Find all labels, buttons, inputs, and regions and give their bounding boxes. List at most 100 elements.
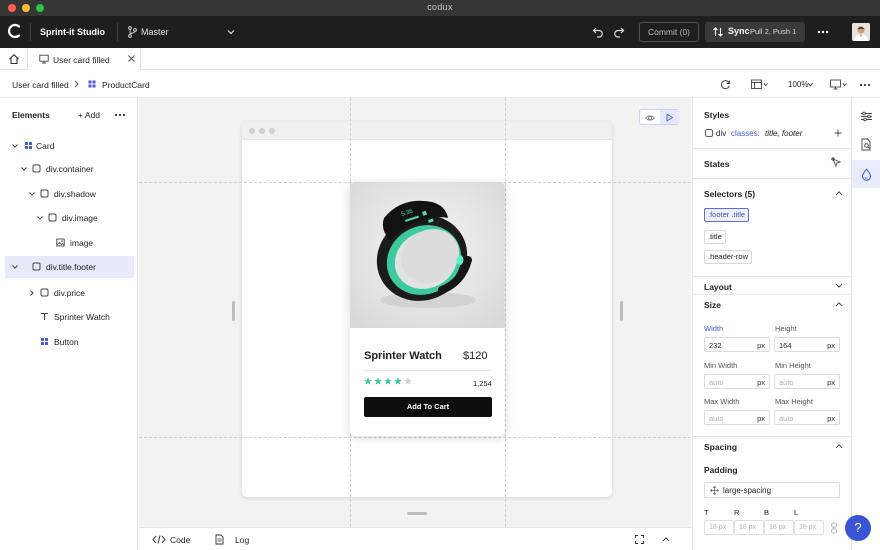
- fullscreen-icon[interactable]: [635, 535, 644, 544]
- chevron-up-icon[interactable]: [835, 443, 843, 449]
- chevron-down-icon[interactable]: [807, 82, 814, 87]
- min-height-input[interactable]: auto px: [774, 374, 840, 389]
- redo-icon[interactable]: [613, 26, 625, 38]
- link-icon[interactable]: [830, 522, 838, 534]
- tab-user-card-filled[interactable]: User card filled: [29, 48, 141, 70]
- eye-icon[interactable]: [645, 113, 655, 123]
- max-height-input[interactable]: auto px: [774, 410, 840, 425]
- product-price: $120: [463, 350, 488, 362]
- min-width-value: auto: [709, 378, 724, 387]
- max-width-input[interactable]: auto px: [704, 410, 770, 425]
- padding-left-input[interactable]: 18 px: [794, 520, 824, 535]
- canvas-mode-toggle[interactable]: [639, 109, 679, 125]
- layout-title[interactable]: Layout: [704, 282, 732, 292]
- chevron-up-icon[interactable]: [835, 190, 843, 196]
- tree-item-card[interactable]: Card: [5, 135, 134, 157]
- classes-value[interactable]: title, footer: [765, 129, 802, 138]
- device-preview-icon[interactable]: [830, 79, 848, 90]
- play-icon[interactable]: [665, 113, 674, 122]
- zoom-selector[interactable]: 100%: [788, 80, 808, 89]
- styles-title: Styles: [704, 110, 730, 120]
- chevron-right-icon[interactable]: [28, 289, 36, 297]
- chevron-down-icon[interactable]: [226, 27, 236, 37]
- spacing-title[interactable]: Spacing: [704, 442, 737, 452]
- code-tab[interactable]: Code: [170, 535, 190, 545]
- log-tab[interactable]: Log: [235, 535, 249, 545]
- chevron-down-icon[interactable]: [28, 190, 36, 198]
- user-avatar[interactable]: [852, 23, 870, 41]
- breadcrumb-current[interactable]: ProductCard: [102, 80, 150, 90]
- box-icon: [48, 213, 57, 222]
- size-title[interactable]: Size: [704, 300, 721, 310]
- breadcrumb-parent[interactable]: User card filled: [12, 80, 69, 90]
- code-icon[interactable]: [152, 535, 166, 544]
- max-width-unit[interactable]: px: [757, 414, 765, 423]
- chevron-down-icon[interactable]: [20, 165, 28, 173]
- home-icon: [9, 54, 19, 65]
- selector-chip-header-row[interactable]: .header-row: [704, 250, 753, 264]
- branch-icon: [128, 26, 137, 38]
- close-icon[interactable]: [127, 54, 136, 63]
- height-input[interactable]: 164 px: [774, 337, 840, 352]
- tree-item-div-container[interactable]: div.container: [5, 158, 134, 180]
- more-options-icon[interactable]: [114, 110, 126, 120]
- max-height-unit[interactable]: px: [827, 414, 835, 423]
- sliders-icon[interactable]: [860, 110, 873, 123]
- chevron-down-icon[interactable]: [835, 283, 843, 289]
- add-element-button[interactable]: + Add: [78, 110, 100, 120]
- more-options-icon[interactable]: [816, 25, 830, 39]
- padding-preset-select[interactable]: large-spacing: [704, 482, 840, 498]
- project-name[interactable]: Sprint-it Studio: [40, 27, 105, 37]
- commit-button[interactable]: Commit (0): [639, 22, 699, 42]
- chevron-down-icon[interactable]: [11, 263, 19, 271]
- drop-icon[interactable]: [860, 168, 873, 181]
- help-button[interactable]: ?: [845, 515, 871, 541]
- chevron-up-icon[interactable]: [662, 536, 670, 542]
- min-width-label: Min Width: [704, 361, 738, 370]
- product-card[interactable]: 5:36 Sprinter Watch $120 1,254 Add To Ca…: [350, 182, 505, 436]
- more-options-icon[interactable]: [859, 79, 871, 91]
- branch-selector[interactable]: Master: [141, 27, 169, 37]
- tree-item-label: div.shadow: [54, 189, 96, 199]
- home-button[interactable]: [0, 48, 28, 70]
- height-unit[interactable]: px: [827, 341, 835, 350]
- layout-view-icon[interactable]: [751, 79, 769, 90]
- tree-item-image[interactable]: image: [5, 232, 134, 254]
- refresh-icon[interactable]: [720, 79, 731, 90]
- padding-right-input[interactable]: 18 px: [734, 520, 764, 535]
- chevron-down-icon[interactable]: [11, 142, 19, 150]
- resize-handle-right[interactable]: [620, 301, 623, 321]
- max-height-label: Max Height: [775, 397, 813, 406]
- tree-item-div-shadow[interactable]: div.shadow: [5, 183, 134, 205]
- log-icon[interactable]: [215, 534, 224, 545]
- codux-logo-icon[interactable]: [7, 23, 23, 39]
- min-height-unit[interactable]: px: [827, 378, 835, 387]
- state-cursor-icon[interactable]: [831, 157, 842, 168]
- plus-icon[interactable]: [834, 129, 842, 137]
- tree-item-button[interactable]: Button: [5, 331, 134, 353]
- tree-item-div-price[interactable]: div.price: [5, 282, 134, 304]
- chevron-up-icon[interactable]: [835, 301, 843, 307]
- selector-chip-footer-title[interactable]: .footer .title: [704, 208, 750, 222]
- search-document-icon[interactable]: [860, 138, 873, 151]
- resize-handle-bottom[interactable]: [407, 512, 427, 515]
- width-unit[interactable]: px: [757, 341, 765, 350]
- min-width-unit[interactable]: px: [757, 378, 765, 387]
- move-icon: [710, 486, 719, 495]
- tree-item-div-image[interactable]: div.image: [5, 207, 134, 229]
- design-canvas[interactable]: 5:36 Sprinter Watch $120 1,254 Add To Ca…: [139, 98, 691, 527]
- padding-top-input[interactable]: 18 px: [704, 520, 734, 535]
- sync-button[interactable]: Sync Pull 2, Push 1: [705, 22, 805, 42]
- undo-icon[interactable]: [592, 26, 604, 38]
- tree-item-sprinter-watch[interactable]: Sprinter Watch: [5, 306, 134, 328]
- bottom-bar: Code Log: [139, 527, 691, 550]
- add-to-cart-button[interactable]: Add To Cart: [364, 397, 492, 417]
- padding-bottom-input[interactable]: 18 px: [764, 520, 794, 535]
- tree-item-div-title-footer[interactable]: div.title.footer: [5, 256, 134, 278]
- selector-chip-title[interactable]: .title: [704, 230, 726, 244]
- chevron-down-icon[interactable]: [36, 214, 44, 222]
- min-width-input[interactable]: auto px: [704, 374, 770, 389]
- resize-handle-left[interactable]: [232, 301, 235, 321]
- product-title: Sprinter Watch: [364, 350, 442, 362]
- width-input[interactable]: 232 px: [704, 337, 770, 352]
